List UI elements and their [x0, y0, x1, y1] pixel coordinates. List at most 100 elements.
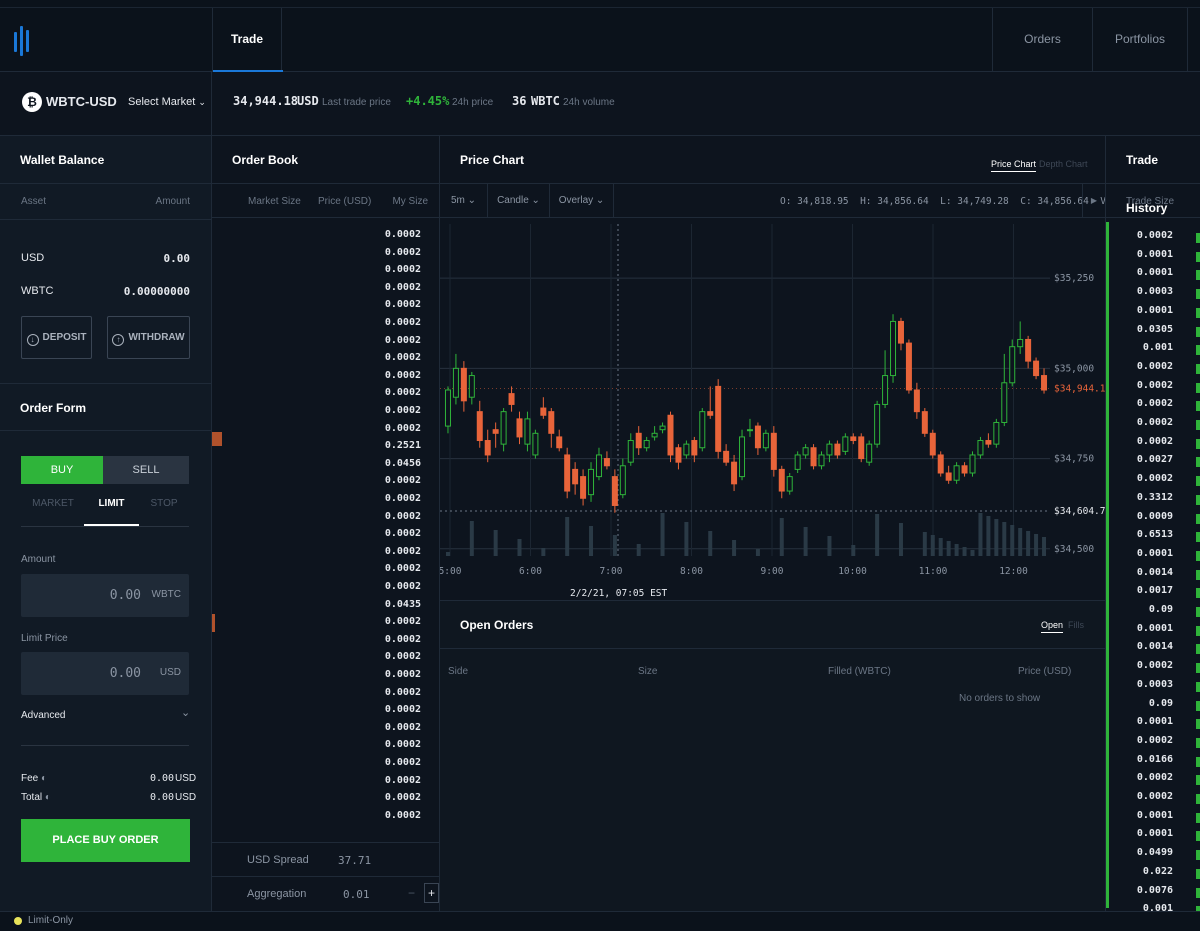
total-label: Total ◐: [21, 792, 51, 803]
interval-value: 5m: [450, 195, 465, 206]
order-book-row[interactable]: 0.0002: [385, 423, 421, 441]
tab-fills[interactable]: Fills: [1068, 620, 1084, 630]
order-book-row[interactable]: 0.0002: [385, 475, 421, 493]
logo-icon[interactable]: [14, 26, 34, 56]
asset-amount: 0.00: [163, 252, 191, 265]
divider: [21, 526, 189, 527]
trade-history-row: 0.0003: [1136, 286, 1173, 298]
last-price-unit: USD: [297, 94, 319, 108]
amount-input[interactable]: 0.00 WBTC: [21, 574, 189, 617]
order-book-row[interactable]: 0.0002: [385, 704, 421, 722]
candle-body: [723, 450, 730, 463]
place-buy-order-button[interactable]: PLACE BUY ORDER: [21, 819, 190, 862]
candle-body: [715, 385, 722, 452]
trade-history-row: 0.0001: [1136, 716, 1173, 728]
trade-history-row: 0.0305: [1136, 323, 1173, 335]
trade-history-row: 0.0027: [1136, 454, 1173, 466]
trade-history-row: 0.022: [1142, 865, 1173, 877]
buy-toggle[interactable]: BUY: [21, 456, 103, 484]
tab-open[interactable]: Open: [1041, 620, 1064, 633]
trade-history-row: 0.0002: [1136, 791, 1173, 802]
interval-dropdown[interactable]: 5m ⌄: [440, 184, 488, 218]
order-book-row[interactable]: 0.0002: [385, 352, 421, 370]
order-book-row[interactable]: 0.0002: [385, 669, 421, 687]
aggregation-value: 0.01: [343, 888, 370, 901]
withdraw-button[interactable]: ↑ WITHDRAW: [107, 316, 190, 359]
candle-body: [643, 440, 650, 449]
candle-body: [762, 432, 769, 449]
volume-bar: [755, 549, 760, 556]
trade-side-indicator: [1196, 307, 1200, 318]
trade-side-indicator: [1196, 326, 1200, 337]
tab-orders[interactable]: Orders: [992, 8, 1092, 71]
volume-bar: [954, 544, 959, 556]
volume-bar: [493, 530, 498, 556]
candle-body: [1001, 382, 1008, 423]
asset-col-header: Asset: [21, 196, 47, 207]
status-bar: Limit-Only: [0, 911, 1200, 931]
order-type-limit[interactable]: LIMIT: [84, 498, 139, 526]
order-book-row[interactable]: 0.0002: [385, 317, 421, 335]
trade-history-row: 0.0017: [1136, 585, 1173, 597]
candle-body: [913, 389, 920, 413]
order-book-row[interactable]: 0.0002: [385, 493, 421, 511]
empty-state-message: No orders to show: [959, 693, 1041, 704]
order-book-row[interactable]: 0.0002: [385, 651, 421, 669]
tab-portfolios[interactable]: Portfolios: [1092, 8, 1188, 71]
trade-side-indicator: [1196, 737, 1200, 748]
amount-label: Amount: [21, 554, 56, 565]
tab-price-chart[interactable]: Price Chart: [991, 159, 1037, 172]
trade-history-row: 0.0014: [1136, 641, 1173, 653]
candle-body: [810, 447, 817, 467]
order-book-row[interactable]: 0.0002: [385, 792, 421, 810]
chart-style-dropdown[interactable]: Candle ⌄: [488, 184, 550, 218]
order-book-row[interactable]: 0.0002: [385, 687, 421, 705]
tab-depth-chart[interactable]: Depth Chart: [1039, 159, 1088, 169]
order-book-row[interactable]: 0.0002: [385, 775, 421, 793]
order-book-row[interactable]: 0.0002: [385, 264, 421, 282]
sell-toggle[interactable]: SELL: [103, 456, 189, 484]
select-market-label: Select Market: [128, 96, 196, 108]
candlestick-chart[interactable]: $35,250 $35,000 $34,750 $34,500 5:00 6:00 7:00…: [440, 218, 1105, 600]
play-icon[interactable]: ▶: [1082, 184, 1105, 218]
order-book-row[interactable]: 0.0002: [385, 810, 421, 828]
order-book-row[interactable]: 0.0002: [385, 546, 421, 564]
overlay-dropdown[interactable]: Overlay ⌄: [550, 184, 614, 218]
order-type-market[interactable]: MARKET: [25, 498, 81, 509]
order-book-row[interactable]: 0.0002: [385, 247, 421, 265]
candle-body: [794, 454, 801, 470]
select-market-dropdown[interactable]: Select Market ⌄: [128, 96, 206, 108]
order-type-stop[interactable]: STOP: [136, 498, 192, 509]
order-book-row[interactable]: 0.0002: [385, 229, 421, 247]
order-book-row[interactable]: 0.0002: [385, 299, 421, 317]
tab-trade[interactable]: Trade: [212, 8, 283, 72]
info-icon[interactable]: ◐: [41, 773, 47, 784]
order-book-row[interactable]: 0.0456: [385, 458, 421, 476]
limit-price-input[interactable]: 0.00 USD: [21, 652, 189, 695]
order-book-row[interactable]: 0.0002: [385, 511, 421, 529]
info-icon[interactable]: ◐: [45, 792, 51, 803]
aggregation-increase-button[interactable]: +: [424, 883, 439, 903]
order-book-row[interactable]: 0.0002: [385, 387, 421, 405]
order-book-row[interactable]: 0.0002: [385, 739, 421, 757]
order-book-row[interactable]: 0.0002: [385, 405, 421, 423]
order-book-row[interactable]: 0.0002: [385, 335, 421, 353]
candle-body: [905, 342, 912, 391]
order-book-row[interactable]: 0.0002: [385, 563, 421, 581]
chevron-down-icon: ⌄: [467, 195, 477, 206]
deposit-button[interactable]: ↓ DEPOSIT: [21, 316, 92, 359]
order-book-row[interactable]: 0.0002: [385, 370, 421, 388]
order-book-row[interactable]: 0.0435: [385, 599, 421, 617]
order-book-row[interactable]: 0.2521: [385, 440, 421, 458]
order-book-row[interactable]: 0.0002: [385, 581, 421, 599]
order-book-row[interactable]: 0.0002: [385, 282, 421, 300]
order-book-row[interactable]: 0.0002: [385, 722, 421, 740]
price-change-label: 24h price: [452, 97, 494, 108]
aggregation-decrease-button[interactable]: −: [408, 886, 415, 900]
candle-body: [444, 389, 451, 427]
order-book-row[interactable]: 0.0002: [385, 528, 421, 546]
order-book-row[interactable]: 0.0002: [385, 616, 421, 634]
candle-body: [746, 429, 753, 432]
order-book-row[interactable]: 0.0002: [385, 757, 421, 775]
order-book-row[interactable]: 0.0002: [385, 634, 421, 652]
